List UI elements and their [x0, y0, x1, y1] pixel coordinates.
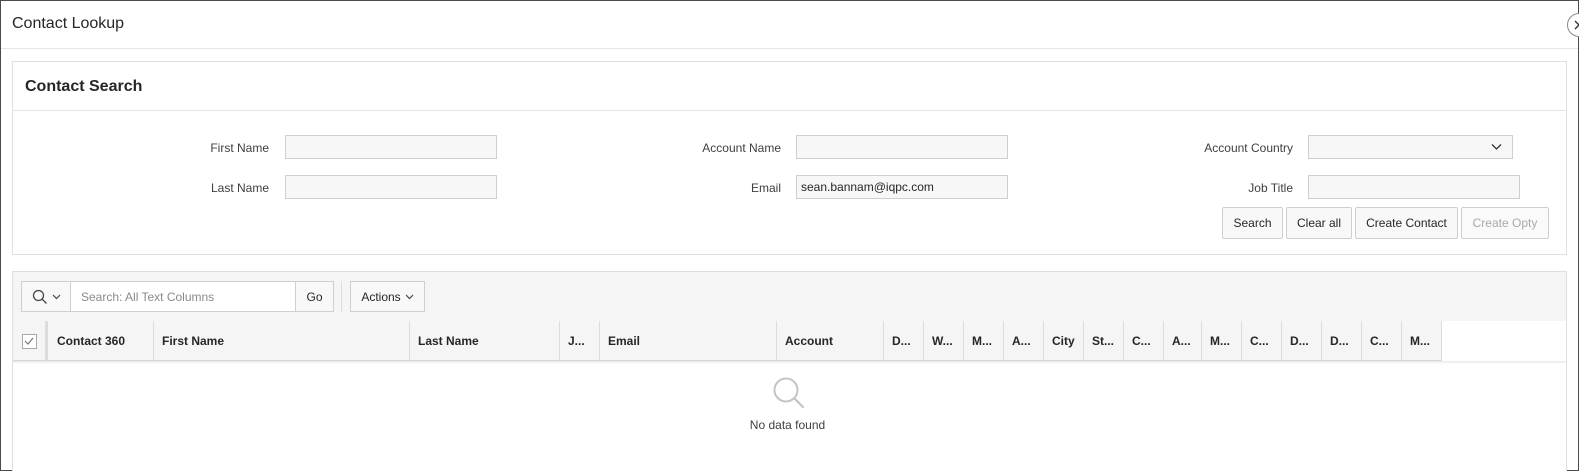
first-name-label: First Name: [210, 141, 269, 155]
column-header-state[interactable]: St...: [1084, 321, 1124, 361]
first-name-input[interactable]: [285, 135, 497, 159]
job-title-label: Job Title: [1248, 181, 1293, 195]
report-search-group: Go: [21, 281, 334, 312]
column-header[interactable]: D...: [884, 321, 924, 361]
select-all-checkbox[interactable]: [21, 333, 37, 349]
toolbar-separator: [341, 281, 342, 312]
account-country-select[interactable]: [1308, 135, 1513, 159]
email-label: Email: [750, 181, 781, 195]
column-header[interactable]: M...: [1402, 321, 1442, 361]
account-name-input[interactable]: [796, 135, 1008, 159]
contact-search-region: Contact Search First Name Last Name Acco…: [12, 61, 1567, 255]
chevron-down-icon: [1491, 144, 1502, 150]
chevron-down-icon: [52, 294, 60, 299]
select-all-cell: [13, 321, 48, 361]
dialog-title: Contact Lookup: [12, 15, 125, 32]
account-name-label: Account Name: [702, 141, 781, 155]
dialog-titlebar: Contact Lookup: [1, 1, 1579, 49]
no-data-message: No data found: [749, 418, 826, 432]
column-header[interactable]: A...: [1004, 321, 1044, 361]
actions-menu-button[interactable]: Actions: [350, 281, 425, 312]
region-title: Contact Search: [25, 78, 143, 95]
report-column-header-row: Contact 360 First Name Last Name J... Em…: [13, 321, 1442, 361]
search-icon: [773, 377, 805, 409]
create-contact-button[interactable]: Create Contact: [1355, 207, 1458, 239]
close-icon: [1574, 20, 1579, 30]
last-name-label: Last Name: [210, 181, 269, 195]
report-toolbar: Go Actions: [13, 272, 1566, 321]
account-country-label: Account Country: [1204, 141, 1293, 155]
actions-label: Actions: [361, 289, 401, 304]
create-opty-button: Create Opty: [1461, 207, 1549, 239]
checkmark-icon: [24, 337, 34, 345]
close-button[interactable]: [1567, 13, 1579, 37]
region-header: Contact Search: [13, 62, 1566, 111]
search-icon: [32, 289, 47, 304]
chevron-down-icon: [405, 294, 414, 299]
search-column-selector[interactable]: [22, 282, 71, 311]
column-header-city[interactable]: City: [1044, 321, 1084, 361]
job-title-input[interactable]: [1308, 175, 1520, 199]
column-header[interactable]: C...: [1242, 321, 1282, 361]
contacts-report: Go Actions Contact 360 First Name Last: [12, 271, 1567, 471]
email-input[interactable]: [796, 175, 1008, 199]
column-header[interactable]: D...: [1282, 321, 1322, 361]
header-shadow: [13, 361, 1566, 364]
column-header[interactable]: M...: [1202, 321, 1242, 361]
contact-lookup-dialog: Contact Lookup Contact Search First Name…: [0, 0, 1579, 471]
go-button[interactable]: Go: [295, 282, 333, 311]
last-name-input[interactable]: [285, 175, 497, 199]
column-header-last-name[interactable]: Last Name: [410, 321, 560, 361]
column-header[interactable]: C...: [1362, 321, 1402, 361]
column-header[interactable]: A...: [1164, 321, 1202, 361]
column-header-contact-360[interactable]: Contact 360: [49, 321, 154, 361]
column-header[interactable]: M...: [964, 321, 1004, 361]
clear-all-button[interactable]: Clear all: [1286, 207, 1352, 239]
column-header-account[interactable]: Account: [777, 321, 884, 361]
column-header[interactable]: D...: [1322, 321, 1362, 361]
search-button[interactable]: Search: [1222, 207, 1283, 239]
report-search-input[interactable]: [71, 282, 295, 311]
column-header-email[interactable]: Email: [600, 321, 777, 361]
column-header[interactable]: C...: [1124, 321, 1164, 361]
column-header-first-name[interactable]: First Name: [154, 321, 410, 361]
column-header[interactable]: W...: [924, 321, 964, 361]
column-header-job-title[interactable]: J...: [560, 321, 600, 361]
